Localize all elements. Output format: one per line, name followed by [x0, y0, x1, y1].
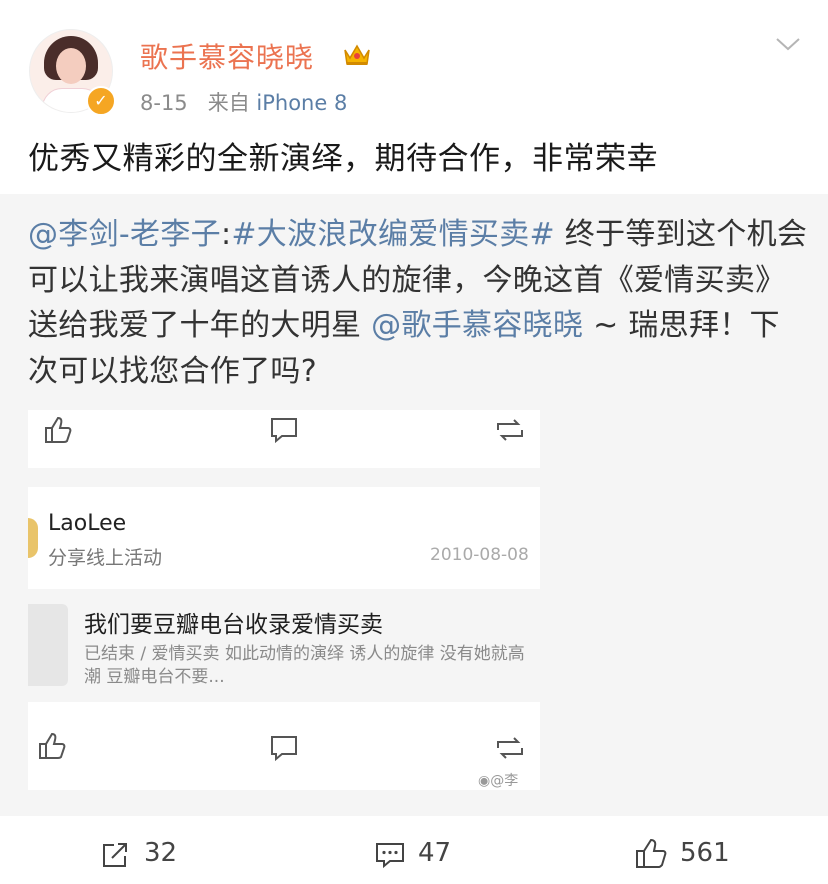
post-time: 8-15 [140, 91, 188, 115]
laolee-date: 2010-08-08 [430, 545, 529, 565]
chevron-down-icon[interactable] [774, 34, 802, 54]
crown-icon [344, 44, 370, 65]
watermark-text: @李 [490, 773, 519, 789]
screenshot-author-card [28, 487, 540, 589]
comment-icon [271, 736, 297, 762]
screenshot-action-bar-bottom [28, 702, 540, 790]
share-icon[interactable] [100, 840, 130, 870]
source-prefix: 来自 [207, 91, 250, 115]
event-description: 已结束 / 爱情买卖 如此动情的演绎 诱人的旋律 没有她就高潮 豆瓣电台不要..… [84, 644, 525, 687]
event-title: 我们要豆瓣电台收录爱情买卖 [84, 612, 383, 638]
username[interactable]: 歌手慕容晓晓 [140, 36, 314, 76]
like-icon[interactable] [634, 836, 668, 870]
screenshot-action-bar-top [28, 410, 540, 468]
like-icon [39, 732, 66, 759]
post-text: 优秀又精彩的全新演绎，期待合作，非常荣幸 [28, 141, 658, 177]
source-device[interactable]: iPhone 8 [256, 91, 347, 115]
repost-icon [497, 419, 523, 441]
laolee-name: LaoLee [48, 511, 127, 536]
event-thumbnail [28, 604, 68, 686]
laolee-subtitle: 分享线上活动 [48, 547, 163, 569]
weibo-watermark: ◉@李 [478, 770, 518, 790]
share-count[interactable]: 32 [144, 838, 177, 868]
repost-icon [497, 737, 523, 759]
comment-icon [271, 418, 297, 444]
repost-text: @李剑-老李子:#大波浪改编爱情买卖# 终于等到这个机会可以让我来演唱这首诱人的… [28, 212, 808, 394]
hashtag-link[interactable]: #大波浪改编爱情买卖# [231, 217, 555, 252]
like-icon [45, 416, 72, 443]
comment-count[interactable]: 47 [418, 838, 451, 868]
repost-colon: : [220, 217, 232, 252]
comment-icon[interactable] [374, 840, 406, 870]
verified-badge-icon: ✓ [86, 86, 116, 116]
post-meta: 8-15 来自 iPhone 8 [140, 87, 347, 117]
laolee-avatar [28, 518, 38, 558]
like-count[interactable]: 561 [680, 838, 730, 868]
mention-author-link[interactable]: @李剑-老李子 [28, 217, 221, 252]
mention-singer-link[interactable]: @歌手慕容晓晓 [371, 308, 583, 343]
weibo-logo-icon: ◉ [478, 773, 491, 789]
